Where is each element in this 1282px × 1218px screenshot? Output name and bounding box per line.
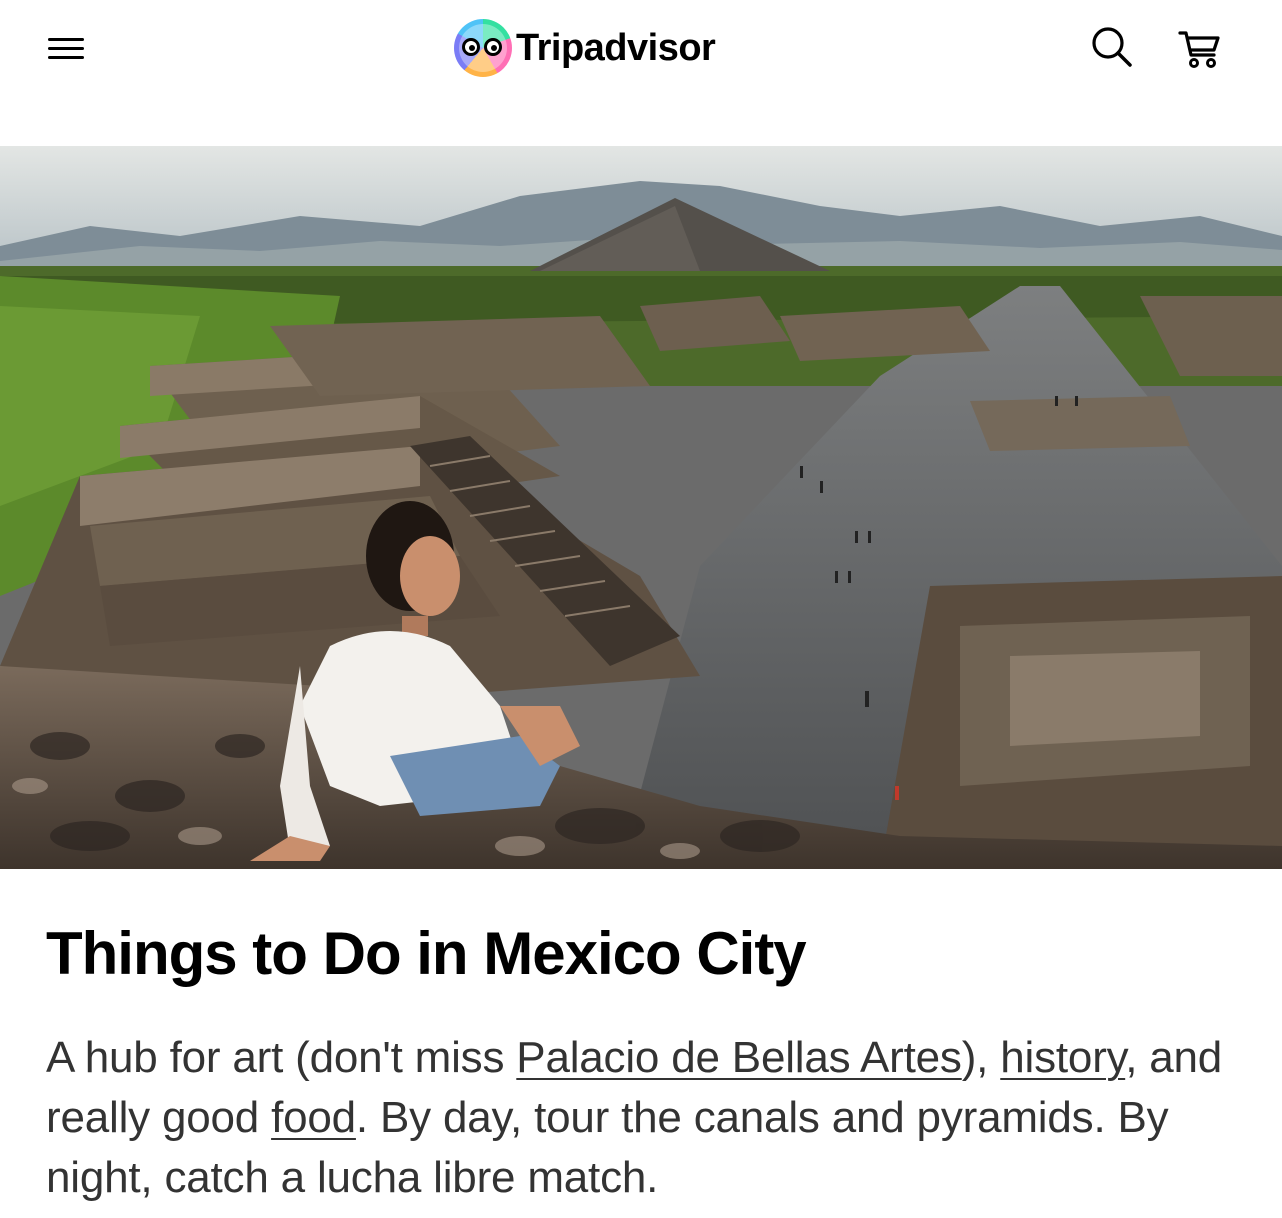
- history-link[interactable]: history: [1000, 1033, 1125, 1082]
- menu-line: [48, 38, 84, 41]
- brand-name: Tripadvisor: [516, 26, 716, 69]
- intro-text: A hub for art (don't miss: [46, 1033, 517, 1082]
- intro-text: ),: [961, 1033, 1001, 1082]
- owl-eyes-icon: [454, 19, 512, 77]
- hero-image: [0, 146, 1282, 869]
- menu-line: [48, 47, 84, 50]
- teotihuacan-photo: [0, 146, 1282, 869]
- hamburger-menu-icon[interactable]: [46, 34, 86, 62]
- tripadvisor-logo-link[interactable]: Tripadvisor: [454, 18, 716, 78]
- page-title: Things to Do in Mexico City: [46, 920, 807, 987]
- palacio-de-bellas-artes-link[interactable]: Palacio de Bellas Artes: [516, 1033, 962, 1082]
- food-link[interactable]: food: [271, 1093, 356, 1142]
- cart-icon[interactable]: [1176, 25, 1222, 71]
- search-icon[interactable]: [1090, 25, 1134, 69]
- top-navigation-bar: Tripadvisor: [0, 0, 1282, 96]
- intro-paragraph: A hub for art (don't miss Palacio de Bel…: [46, 1028, 1246, 1208]
- menu-line: [48, 56, 84, 59]
